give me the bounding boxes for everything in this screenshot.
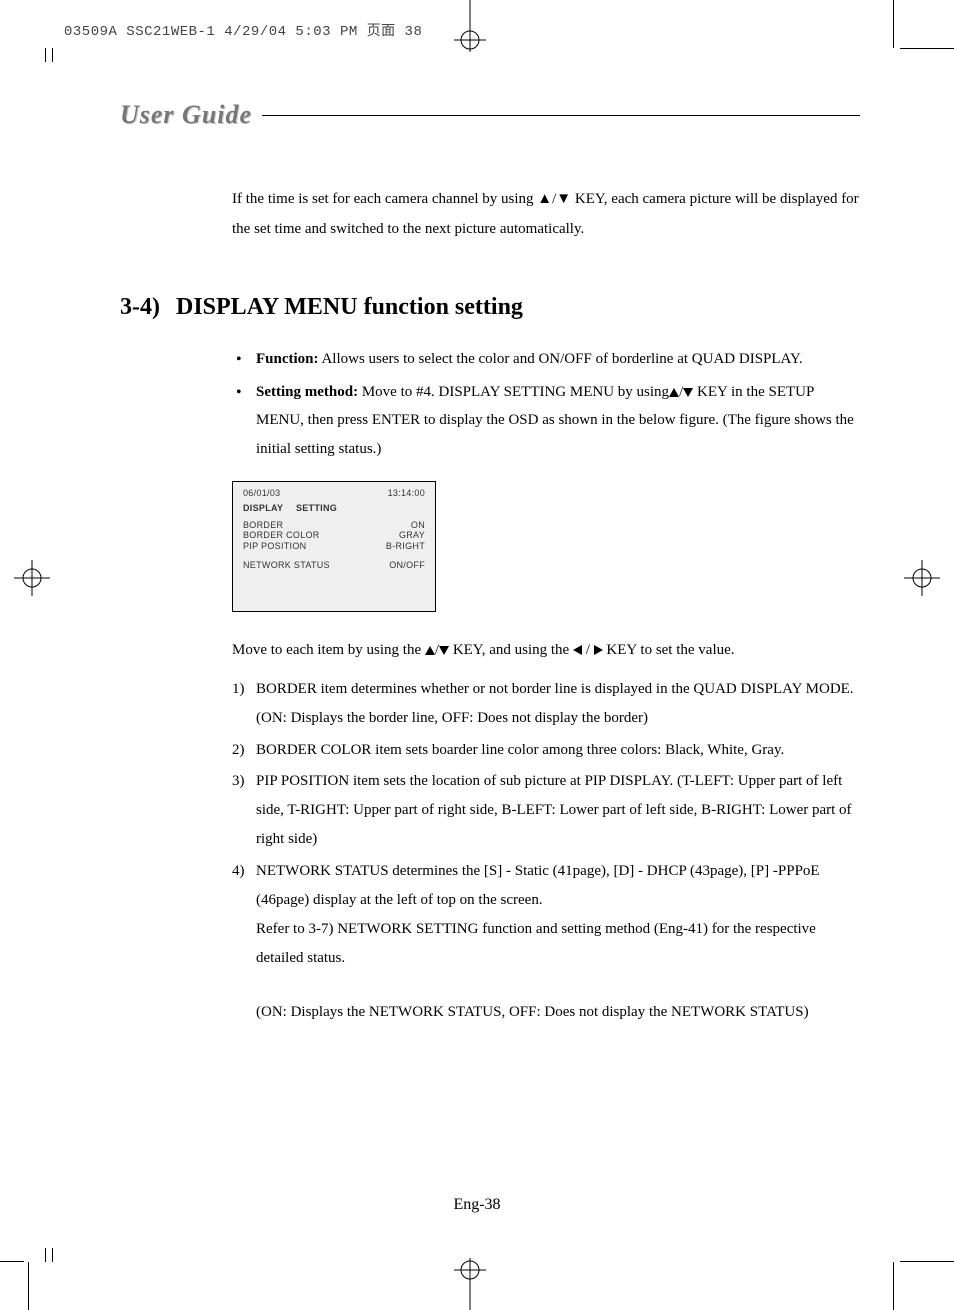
osd-value: GRAY xyxy=(399,530,425,541)
osd-time: 13:14:00 xyxy=(388,488,425,499)
list-item: 4) NETWORK STATUS determines the [S] - St… xyxy=(232,857,860,1027)
registration-mark-left xyxy=(14,560,50,596)
trim-mark xyxy=(28,1262,29,1310)
section-title: DISPLAY MENU function setting xyxy=(176,294,523,321)
osd-row: BORDER COLOR GRAY xyxy=(243,530,425,541)
triangle-left-icon xyxy=(573,645,582,655)
move-b: KEY, and using the xyxy=(449,642,573,658)
osd-value: ON/OFF xyxy=(389,560,425,571)
page-content: User Guide If the time is set for each c… xyxy=(120,100,860,1029)
osd-value: B-RIGHT xyxy=(386,541,425,552)
registration-mark-right xyxy=(904,560,940,596)
osd-title-a: DISPLAY xyxy=(243,503,283,513)
item-text-b: Refer to 3-7) NETWORK SETTING function a… xyxy=(256,915,860,974)
osd-row: PIP POSITION B-RIGHT xyxy=(243,541,425,552)
triangle-up-icon xyxy=(425,646,435,655)
text-function: Allows users to select the color and ON/… xyxy=(319,351,803,367)
bullet-list: Function: Allows users to select the col… xyxy=(232,345,860,463)
list-item: 2) BORDER COLOR item sets boarder line co… xyxy=(232,736,860,765)
osd-label: NETWORK STATUS xyxy=(243,560,330,571)
list-item: 3) PIP POSITION item sets the location of… xyxy=(232,767,860,855)
trim-mark xyxy=(893,0,894,48)
move-instruction: Move to each item by using the / KEY, an… xyxy=(232,636,860,665)
osd-label: BORDER xyxy=(243,520,283,531)
item-text: NETWORK STATUS determines the [S] - Stat… xyxy=(256,863,820,908)
osd-title-b: SETTING xyxy=(296,503,337,513)
osd-value: ON xyxy=(411,520,425,531)
item-num: 3) xyxy=(232,767,245,796)
page-header: User Guide xyxy=(120,100,860,130)
page-footer: Eng-38 xyxy=(0,1196,954,1214)
move-a: Move to each item by using the xyxy=(232,642,425,658)
trim-mark xyxy=(52,48,53,62)
crop-mark-bottom xyxy=(440,1258,500,1310)
crop-mark-top xyxy=(440,0,500,52)
trim-mark xyxy=(900,48,954,49)
section-number: 3-4) xyxy=(120,294,176,321)
numbered-list: 1) BORDER item determines whether or not … xyxy=(232,675,860,1027)
header-title: User Guide xyxy=(120,100,262,130)
intro-text: If the time is set for each camera chann… xyxy=(232,191,859,237)
text-setting-method-a: Move to #4. DISPLAY SETTING MENU by usin… xyxy=(358,384,669,400)
trim-mark xyxy=(893,1262,894,1310)
list-item: 1) BORDER item determines whether or not … xyxy=(232,675,860,734)
item-num: 4) xyxy=(232,857,245,886)
triangle-down-icon xyxy=(683,388,693,397)
item-num: 1) xyxy=(232,675,245,704)
osd-date: 06/01/03 xyxy=(243,488,280,499)
header-rule xyxy=(262,115,860,116)
trim-mark xyxy=(45,1248,46,1262)
bullet-function: Function: Allows users to select the col… xyxy=(232,345,860,374)
triangle-down-icon xyxy=(439,646,449,655)
label-setting-method: Setting method: xyxy=(256,384,358,400)
trim-mark xyxy=(52,1248,53,1262)
triangle-up-icon xyxy=(669,388,679,397)
osd-label: BORDER COLOR xyxy=(243,530,320,541)
osd-label: PIP POSITION xyxy=(243,541,306,552)
osd-screenshot: 06/01/03 13:14:00 DISPLAY SETTING BORDER… xyxy=(232,481,436,612)
item-text: BORDER COLOR item sets boarder line colo… xyxy=(256,742,784,758)
item-num: 2) xyxy=(232,736,245,765)
triangle-right-icon xyxy=(594,645,603,655)
osd-row: BORDER ON xyxy=(243,520,425,531)
item-text: PIP POSITION item sets the location of s… xyxy=(256,773,852,848)
trim-mark xyxy=(0,1261,24,1262)
print-slug: 03509A SSC21WEB-1 4/29/04 5:03 PM 页面 38 xyxy=(64,20,422,40)
trim-mark xyxy=(900,1261,954,1262)
osd-row: NETWORK STATUS ON/OFF xyxy=(243,560,425,571)
intro-paragraph: If the time is set for each camera chann… xyxy=(232,184,860,244)
item-text-c: (ON: Displays the NETWORK STATUS, OFF: D… xyxy=(256,998,860,1027)
section-heading: 3-4) DISPLAY MENU function setting xyxy=(120,294,860,321)
trim-mark xyxy=(45,48,46,62)
move-c: KEY to set the value. xyxy=(606,642,734,658)
bullet-setting-method: Setting method: Move to #4. DISPLAY SETT… xyxy=(232,378,860,464)
item-text: BORDER item determines whether or not bo… xyxy=(256,681,854,726)
label-function: Function: xyxy=(256,351,319,367)
